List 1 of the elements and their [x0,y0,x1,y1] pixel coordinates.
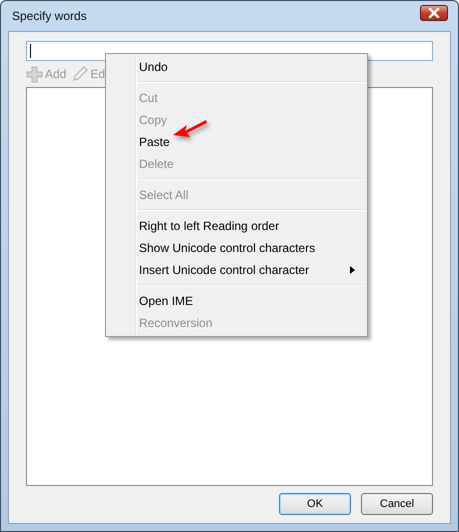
window-title: Specify words [11,9,87,23]
